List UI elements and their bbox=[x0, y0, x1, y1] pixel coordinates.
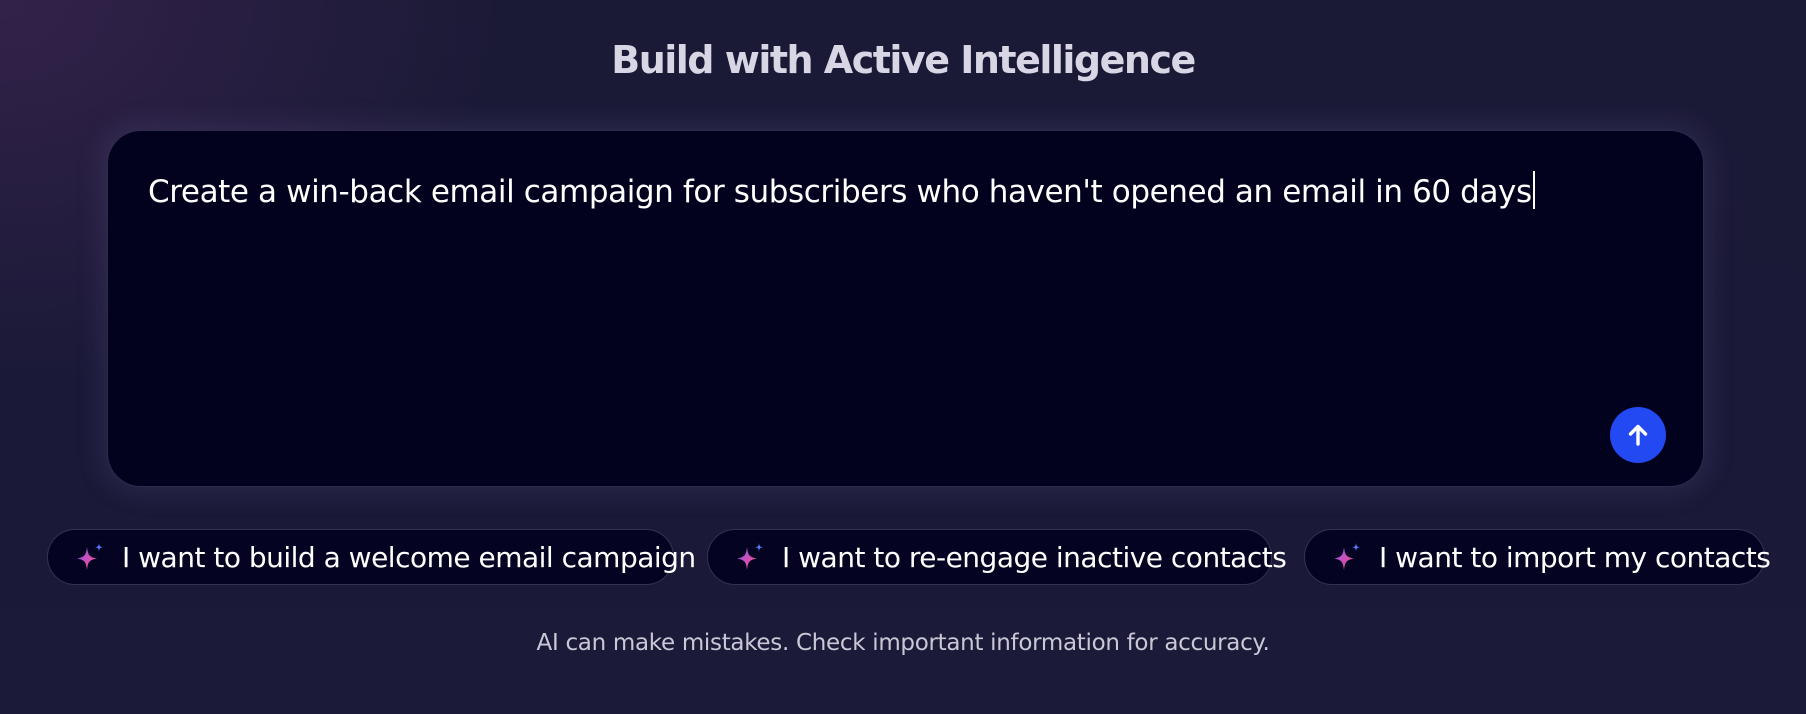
prompt-text-area[interactable]: Create a win-back email campaign for sub… bbox=[148, 171, 1535, 212]
ai-disclaimer: AI can make mistakes. Check important in… bbox=[536, 630, 1270, 656]
arrow-up-icon bbox=[1628, 424, 1648, 446]
suggestion-chip-welcome-campaign[interactable]: I want to build a welcome email campaign bbox=[47, 529, 696, 585]
prompt-input[interactable]: Create a win-back email campaign for sub… bbox=[107, 130, 1704, 487]
suggestion-chip-import-contacts[interactable]: I want to import my contacts bbox=[1304, 529, 1771, 585]
suggestion-chip-reengage-contacts[interactable]: I want to re-engage inactive contacts bbox=[707, 529, 1287, 585]
page-title: Build with Active Intelligence bbox=[611, 38, 1196, 82]
sparkle-icon bbox=[77, 543, 103, 570]
suggestion-chip-label: I want to re-engage inactive contacts bbox=[782, 540, 1287, 574]
suggestion-chip-label: I want to import my contacts bbox=[1379, 540, 1771, 574]
sparkle-icon bbox=[1334, 543, 1360, 570]
sparkle-icon bbox=[737, 543, 763, 570]
send-button[interactable] bbox=[1610, 407, 1666, 463]
prompt-value: Create a win-back email campaign for sub… bbox=[148, 174, 1532, 210]
text-caret bbox=[1532, 171, 1535, 209]
suggestion-chip-label: I want to build a welcome email campaign bbox=[122, 540, 696, 574]
suggestion-chips: I want to build a welcome email campaign… bbox=[0, 529, 1806, 587]
